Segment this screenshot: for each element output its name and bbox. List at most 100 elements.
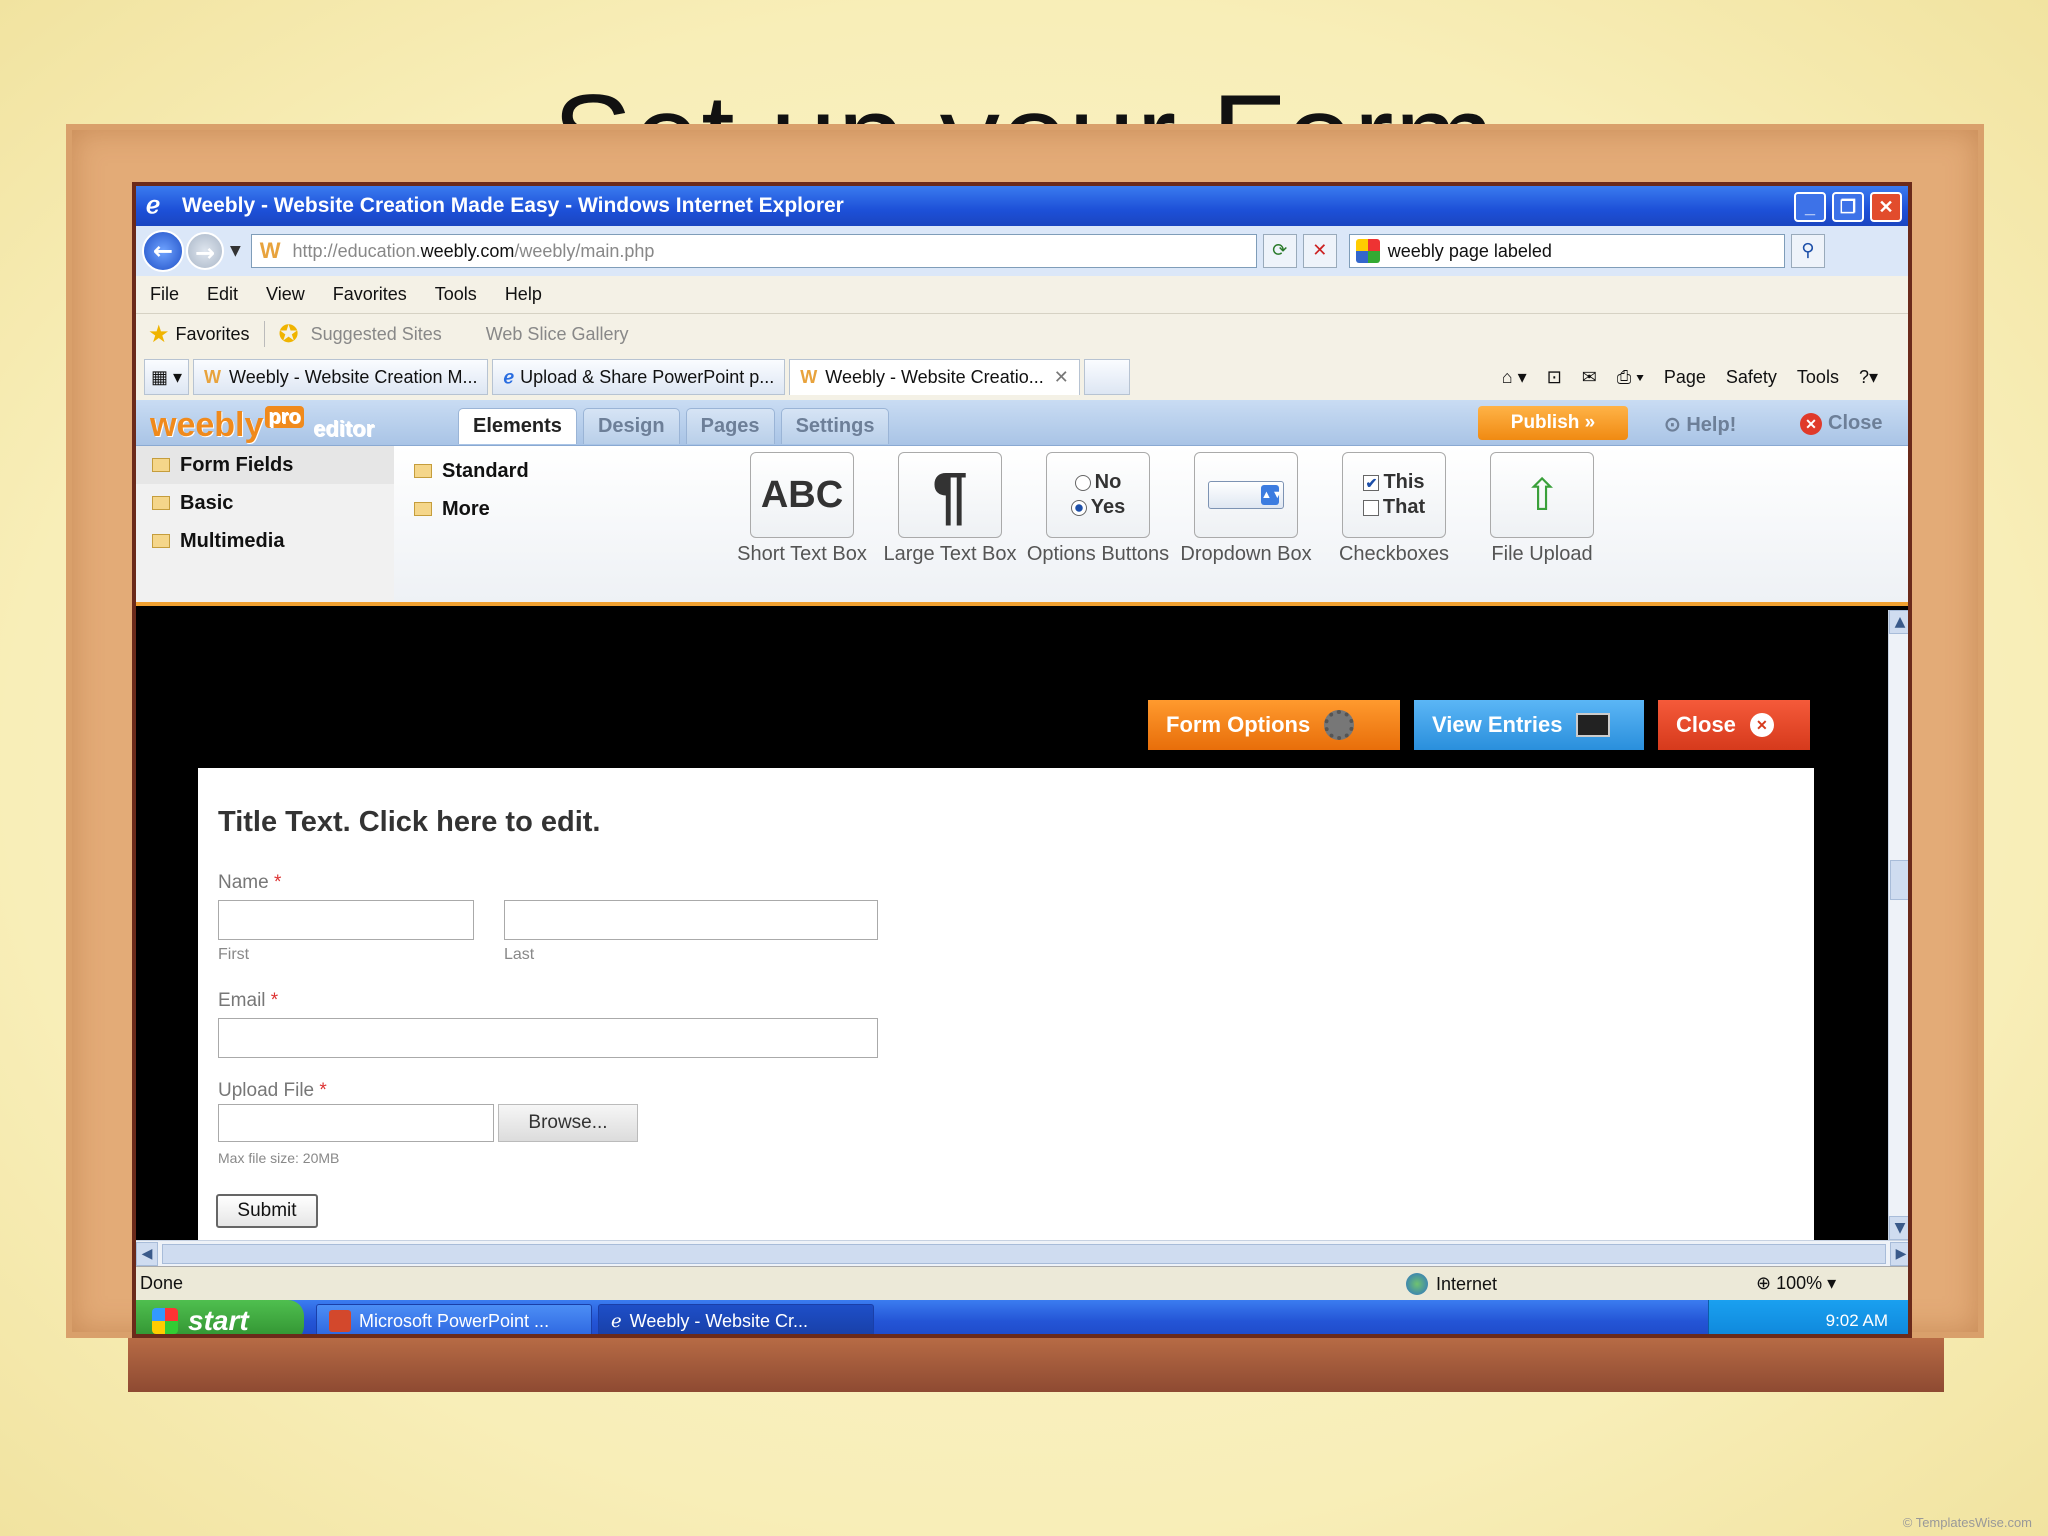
print-icon[interactable]: ⎙ ▾ xyxy=(1617,367,1644,388)
subcategory-label: Standard xyxy=(442,459,529,482)
element-large-text-box[interactable]: ¶ Large Text Box xyxy=(876,452,1024,565)
file-upload-icon: ⇧ xyxy=(1523,470,1561,520)
category-basic[interactable]: Basic xyxy=(136,484,394,522)
close-form-button[interactable]: Close ✕ xyxy=(1658,700,1810,750)
close-editor-button[interactable]: ✕ Close xyxy=(1800,412,1882,435)
category-multimedia[interactable]: Multimedia xyxy=(136,522,394,560)
add-favorite-icon[interactable]: ✪ xyxy=(279,320,299,349)
subcategory-more[interactable]: More xyxy=(404,490,529,528)
minimize-button[interactable]: _ xyxy=(1794,192,1826,222)
first-name-field[interactable] xyxy=(218,900,474,940)
search-icon[interactable]: ⚲ xyxy=(1790,234,1825,268)
clock[interactable]: 9:02 AM xyxy=(1826,1311,1888,1331)
element-tile: ABC xyxy=(750,452,854,538)
close-tab-icon[interactable]: ✕ xyxy=(1054,367,1069,388)
vertical-scrollbar[interactable]: ▲ ▼ xyxy=(1888,610,1908,1240)
element-checkboxes[interactable]: ✔ This That Checkboxes xyxy=(1320,452,1468,565)
required-marker: * xyxy=(270,990,279,1011)
option-label: No xyxy=(1094,471,1122,493)
page-menu[interactable]: Page xyxy=(1664,367,1706,388)
element-dropdown-box[interactable]: ▲▼ Dropdown Box xyxy=(1172,452,1320,565)
zone-label: Internet xyxy=(1436,1273,1498,1294)
new-tab-button[interactable] xyxy=(1083,359,1130,395)
tab-pages[interactable]: Pages xyxy=(685,408,775,444)
scroll-up-icon[interactable]: ▲ xyxy=(1889,610,1908,634)
folder-icon xyxy=(414,502,432,516)
globe-icon xyxy=(1406,1273,1428,1295)
web-slice-gallery-link[interactable]: Web Slice Gallery xyxy=(486,324,629,345)
feeds-icon[interactable]: ⊡ xyxy=(1547,367,1562,388)
form-card: Title Text. Click here to edit. Name * F… xyxy=(198,768,1814,1240)
search-input[interactable]: weebly page labeled xyxy=(1348,234,1785,268)
last-sublabel: Last xyxy=(504,946,535,963)
upload-file-field[interactable] xyxy=(218,1104,494,1142)
scroll-down-icon[interactable]: ▼ xyxy=(1889,1216,1908,1240)
element-tile: ▲▼ xyxy=(1194,452,1298,538)
start-button[interactable]: start xyxy=(136,1300,304,1334)
view-entries-button[interactable]: View Entries xyxy=(1414,700,1644,750)
element-short-text-box[interactable]: ABC Short Text Box xyxy=(728,452,876,565)
horizontal-scrollbar[interactable]: ◀ ▶ xyxy=(136,1240,1908,1266)
tab-elements[interactable]: Elements xyxy=(458,408,577,444)
zoom-level[interactable]: ⊕ 100% ▾ xyxy=(1756,1273,1836,1294)
tab-settings[interactable]: Settings xyxy=(780,408,890,444)
powerpoint-icon xyxy=(329,1310,351,1332)
menu-tools[interactable]: Tools xyxy=(435,284,477,305)
menu-favorites[interactable]: Favorites xyxy=(333,284,407,305)
menu-help[interactable]: Help xyxy=(505,284,542,305)
restore-button[interactable]: ❐ xyxy=(1832,192,1864,222)
scroll-left-icon[interactable]: ◀ xyxy=(136,1241,158,1266)
category-form-fields[interactable]: Form Fields xyxy=(136,446,394,484)
publish-button[interactable]: Publish » xyxy=(1478,406,1628,440)
close-window-button[interactable]: ✕ xyxy=(1870,192,1902,222)
scroll-thumb[interactable] xyxy=(1890,860,1908,900)
scroll-thumb-horizontal[interactable] xyxy=(162,1243,1886,1264)
element-label: Short Text Box xyxy=(737,543,867,565)
suggested-sites-link[interactable]: Suggested Sites xyxy=(311,324,442,345)
weebly-editor-toolbar: weebly pro editor Elements Design Pages S… xyxy=(136,400,1908,446)
taskbar-item-powerpoint[interactable]: Microsoft PowerPoint ... xyxy=(316,1304,592,1334)
back-button[interactable]: ← xyxy=(142,230,184,272)
zoom-icon: ⊕ xyxy=(1756,1273,1777,1293)
home-icon[interactable]: ⌂ ▾ xyxy=(1502,367,1527,388)
forward-button[interactable]: → xyxy=(186,232,224,270)
scroll-right-icon[interactable]: ▶ xyxy=(1890,1241,1908,1266)
browse-button[interactable]: Browse... xyxy=(498,1104,638,1142)
folder-icon xyxy=(152,534,170,548)
close-label: Close xyxy=(1828,412,1883,434)
refresh-icon[interactable]: ⟳ xyxy=(1262,234,1297,268)
menu-view[interactable]: View xyxy=(266,284,305,305)
last-name-field[interactable] xyxy=(504,900,878,940)
element-tile: No Yes xyxy=(1046,452,1150,538)
tab-weebly-1[interactable]: W Weebly - Website Creation M... xyxy=(193,359,489,395)
element-file-upload[interactable]: ⇧ File Upload xyxy=(1468,452,1616,565)
element-label: Large Text Box xyxy=(883,543,1017,565)
address-input[interactable]: W http://education. weebly.com/weebly/mai… xyxy=(250,234,1257,268)
quick-tabs-icon[interactable]: ▦ ▾ xyxy=(144,359,190,395)
favorites-button[interactable]: Favorites xyxy=(176,324,250,345)
menu-file[interactable]: File xyxy=(150,284,179,305)
help-icon[interactable]: ?▾ xyxy=(1859,367,1878,388)
safety-menu[interactable]: Safety xyxy=(1726,367,1777,388)
element-label: Options Buttons xyxy=(1026,543,1170,565)
help-button[interactable]: ⊙ Help! xyxy=(1664,412,1736,437)
tools-menu[interactable]: Tools xyxy=(1797,367,1839,388)
tab-upload-share[interactable]: ℯ Upload & Share PowerPoint p... xyxy=(492,359,786,395)
taskbar-item-weebly[interactable]: ℯ Weebly - Website Cr... xyxy=(598,1304,874,1334)
max-file-size-note: Max file size: 20MB xyxy=(218,1150,340,1166)
close-icon: ✕ xyxy=(1749,713,1774,737)
stop-icon[interactable]: ✕ xyxy=(1302,234,1337,268)
submit-button[interactable]: Submit xyxy=(216,1194,318,1228)
history-dropdown-icon[interactable]: ▼ xyxy=(230,243,241,259)
form-title[interactable]: Title Text. Click here to edit. xyxy=(218,806,600,839)
mail-icon[interactable]: ✉ xyxy=(1582,367,1597,388)
favorites-star-icon: ★ xyxy=(148,320,170,348)
tab-design[interactable]: Design xyxy=(582,408,680,444)
menu-edit[interactable]: Edit xyxy=(207,284,238,305)
form-options-button[interactable]: Form Options xyxy=(1148,700,1400,750)
page-canvas: Form Options View Entries Close ✕ Title T… xyxy=(136,610,1888,1240)
email-field[interactable] xyxy=(218,1018,878,1058)
subcategory-standard[interactable]: Standard xyxy=(404,452,529,490)
tab-weebly-active[interactable]: W Weebly - Website Creatio... ✕ xyxy=(789,359,1080,395)
element-options-buttons[interactable]: No Yes Options Buttons xyxy=(1024,452,1172,565)
